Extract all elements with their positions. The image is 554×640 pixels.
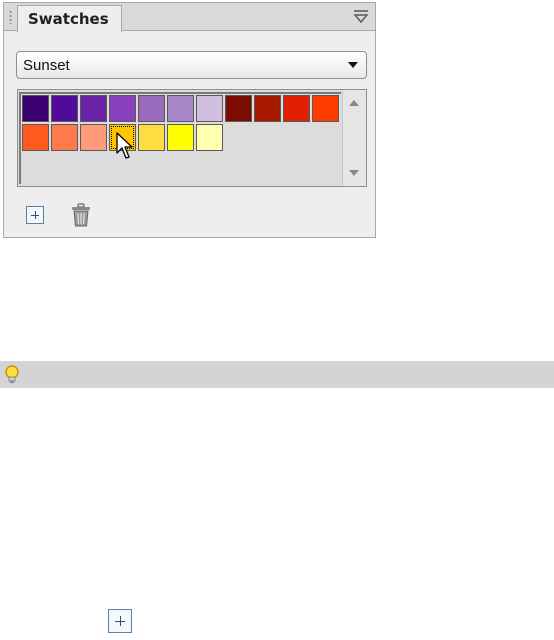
swatch-grid-frame [19,92,341,184]
color-swatch[interactable] [167,124,194,151]
color-swatch[interactable] [312,95,339,122]
color-swatch[interactable] [167,95,194,122]
color-swatch[interactable] [283,95,310,122]
add-swatch-button-illustration[interactable] [108,609,132,633]
color-swatch[interactable] [80,124,107,151]
color-swatch[interactable] [138,124,165,151]
swatches-panel: Swatches Sunset [3,2,376,238]
color-swatch[interactable] [196,124,223,151]
color-swatch[interactable] [80,95,107,122]
trash-icon[interactable] [70,203,92,227]
chevron-down-icon [348,62,358,68]
tab-swatches-label: Swatches [28,10,109,28]
color-swatch[interactable] [225,95,252,122]
panel-grip-handle[interactable] [9,10,12,24]
panel-tab-bar: Swatches [4,3,375,32]
color-swatch[interactable] [196,95,223,122]
color-swatch[interactable] [254,95,281,122]
color-swatch[interactable] [22,124,49,151]
scroll-down-icon[interactable] [349,170,359,176]
add-swatch-icon-vertical [120,616,121,626]
add-swatch-icon-vertical [35,211,36,219]
color-swatch[interactable] [109,95,136,122]
color-swatch[interactable] [138,95,165,122]
swatch-set-select[interactable]: Sunset [16,51,367,79]
color-swatch[interactable] [51,95,78,122]
add-swatch-button[interactable] [26,206,44,224]
color-swatch[interactable] [51,124,78,151]
scroll-up-icon[interactable] [349,100,359,106]
swatch-grid-container [17,89,367,187]
swatch-scrollbar[interactable] [342,90,366,186]
tip-bar [0,361,554,388]
lightbulb-icon [5,365,19,383]
panel-menu-icon[interactable] [353,9,369,25]
color-swatch[interactable] [22,95,49,122]
tab-swatches[interactable]: Swatches [17,5,122,32]
swatch-set-value: Sunset [23,57,70,74]
mouse-cursor-icon [116,132,133,159]
